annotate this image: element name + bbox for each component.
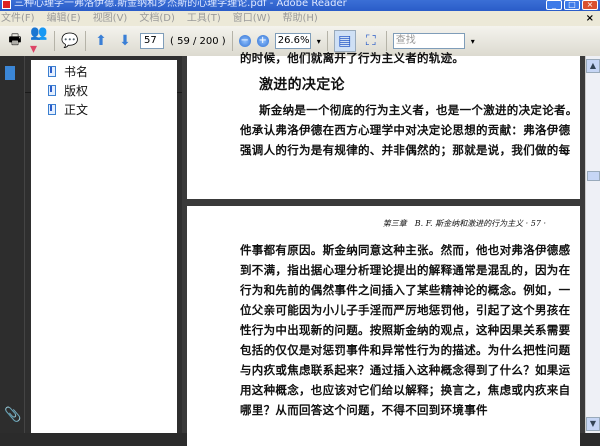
zoom-input[interactable]: 26.6% bbox=[274, 33, 311, 49]
comment-icon[interactable]: 💬 bbox=[61, 32, 79, 50]
menu-view[interactable]: 视图(V) bbox=[93, 11, 128, 26]
adobe-reader-icon bbox=[2, 0, 11, 9]
bookmark-item[interactable]: 书名 bbox=[31, 62, 177, 81]
pdf-page: 第三章 B. F. 斯金纳和激进的行为主义 · 57 · 件事都有原因。斯金纳同… bbox=[187, 206, 580, 446]
bookmark-icon bbox=[48, 66, 56, 77]
menu-help[interactable]: 帮助(H) bbox=[282, 11, 317, 26]
zoom-out-icon[interactable]: − bbox=[238, 35, 251, 47]
separator bbox=[54, 31, 55, 51]
menu-tools[interactable]: 工具(T) bbox=[187, 11, 221, 26]
menu-bar: 文件(F) 编辑(E) 视图(V) 文档(D) 工具(T) 窗口(W) 帮助(H… bbox=[0, 11, 600, 26]
separator bbox=[231, 31, 233, 51]
fit-page-icon[interactable]: ⛶ bbox=[362, 32, 380, 50]
find-dropdown-icon[interactable]: ▾ bbox=[471, 37, 475, 46]
bookmark-list: 书名 版权 正文 bbox=[31, 60, 177, 433]
bookmark-item[interactable]: 版权 bbox=[31, 81, 177, 100]
navigation-pane: 📎 bbox=[0, 56, 25, 433]
fit-width-icon[interactable]: ▤ bbox=[333, 30, 356, 52]
attachments-icon[interactable]: 📎 bbox=[4, 407, 21, 423]
section-heading: 激进的决定论 bbox=[259, 77, 345, 93]
menu-edit[interactable]: 编辑(E) bbox=[47, 11, 81, 26]
window-title: 三种心理学一弗洛伊德.斯金纳和罗杰斯的心理学理论.pdf - Adobe Rea… bbox=[14, 0, 347, 9]
maximize-button[interactable]: □ bbox=[564, 0, 580, 10]
menu-window[interactable]: 窗口(W) bbox=[233, 11, 271, 26]
scroll-up-icon[interactable]: ▲ bbox=[586, 59, 600, 73]
zoom-in-icon[interactable]: + bbox=[256, 35, 269, 47]
minimize-button[interactable]: _ bbox=[546, 0, 562, 10]
previous-page-icon[interactable]: ⬆ bbox=[92, 32, 110, 50]
title-bar: 三种心理学一弗洛伊德.斯金纳和罗杰斯的心理学理论.pdf - Adobe Rea… bbox=[0, 0, 600, 11]
bookmark-icon bbox=[48, 85, 56, 96]
separator bbox=[385, 31, 387, 51]
collaborate-icon[interactable]: 👥▾ bbox=[30, 25, 48, 57]
menu-file[interactable]: 文件(F) bbox=[1, 11, 35, 26]
find-input[interactable]: 查找 bbox=[392, 33, 465, 49]
page-count: ( 59 / 200 ) bbox=[170, 35, 226, 47]
bookmark-icon bbox=[48, 104, 56, 115]
vertical-scrollbar[interactable]: ▲ ▼ bbox=[585, 56, 600, 433]
scroll-down-icon[interactable]: ▼ bbox=[586, 417, 600, 431]
document-view[interactable]: 的时候，他们就离开了行为主义者的轨迹。 激进的决定论 斯金纳是一个彻底的行为主义… bbox=[182, 51, 585, 446]
zoom-dropdown-icon[interactable]: ▾ bbox=[317, 37, 321, 46]
scroll-thumb[interactable] bbox=[587, 171, 600, 181]
bookmark-item[interactable]: 正文 bbox=[31, 100, 177, 119]
running-header: 第三章 B. F. 斯金纳和激进的行为主义 · 57 · bbox=[382, 219, 546, 228]
print-icon[interactable]: 🖶 bbox=[6, 32, 24, 50]
close-document-button[interactable]: × bbox=[586, 11, 594, 26]
menu-document[interactable]: 文档(D) bbox=[139, 11, 175, 26]
pdf-page: 的时候，他们就离开了行为主义者的轨迹。 激进的决定论 斯金纳是一个彻底的行为主义… bbox=[187, 51, 580, 199]
page-number-input[interactable]: 57 bbox=[140, 33, 164, 49]
close-button[interactable]: × bbox=[582, 0, 598, 10]
bookmarks-panel-icon[interactable] bbox=[5, 66, 15, 80]
separator bbox=[85, 31, 86, 51]
separator bbox=[326, 31, 328, 51]
next-page-icon[interactable]: ⬇ bbox=[116, 32, 134, 50]
